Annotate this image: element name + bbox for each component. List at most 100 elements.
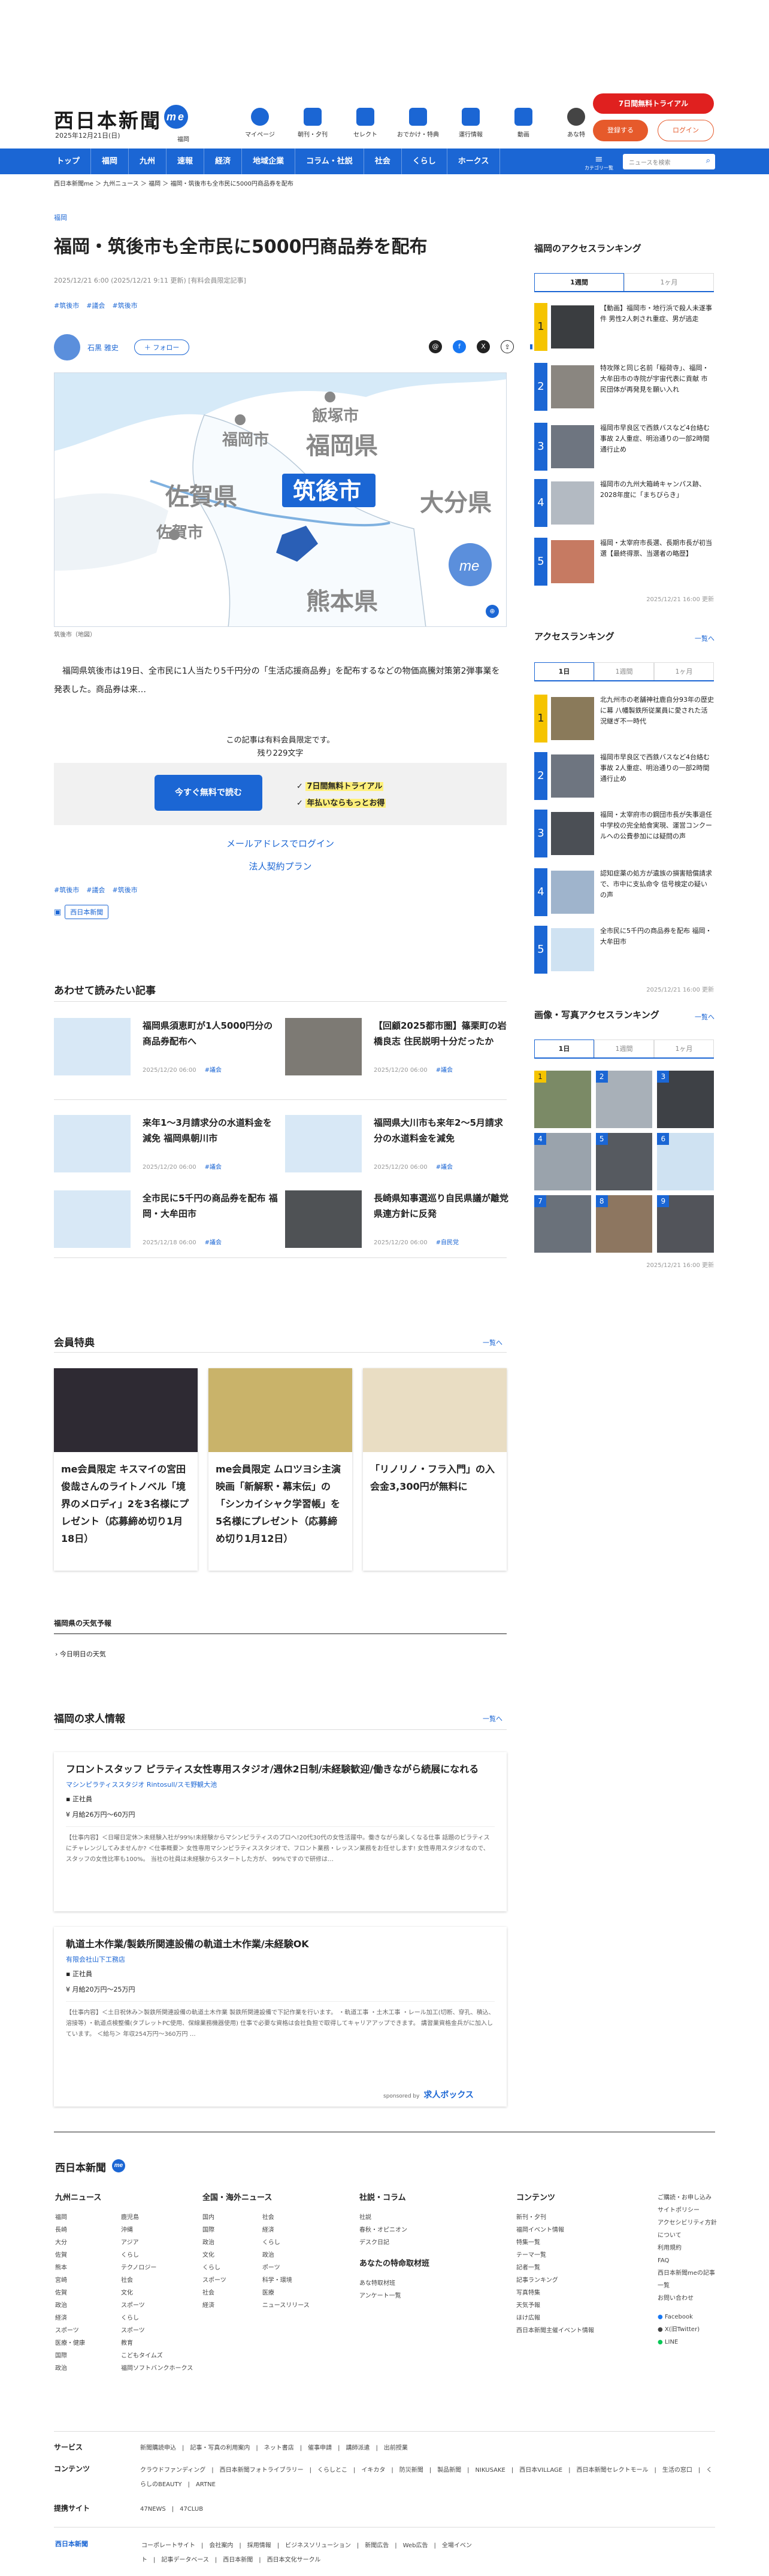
article-category[interactable]: 福岡 bbox=[54, 213, 67, 222]
footer-link[interactable]: 西日本新聞 | bbox=[223, 2557, 267, 2563]
ranking-item[interactable]: 1 【動画】福岡市・地行浜で殺人未遂事件 男性2人刺され重症、男が逃走 bbox=[534, 303, 714, 356]
tab-day[interactable]: 1日 bbox=[534, 662, 594, 680]
footer-link[interactable]: 47NEWS | bbox=[140, 2506, 180, 2513]
footer-link[interactable]: 春秋・オピニオン bbox=[359, 2224, 429, 2236]
photo-cell[interactable]: 9 bbox=[657, 1195, 714, 1253]
member-card[interactable]: me会員限定 キスマイの宮田俊哉さんのライトノベル「境界のメロディ」2を3名様に… bbox=[54, 1368, 198, 1571]
footer-link[interactable]: 講師派遣 | bbox=[346, 2445, 384, 2451]
footer-link[interactable]: 西日本VILLAGE | bbox=[519, 2467, 576, 2474]
jobs-more-link[interactable]: 一覧へ bbox=[483, 1714, 502, 1723]
region-link[interactable]: 福岡 bbox=[177, 134, 189, 143]
footer-link[interactable]: 福岡ソフトバンクホークス bbox=[121, 2362, 193, 2375]
footer-link[interactable]: サイトポリシー bbox=[658, 2204, 717, 2217]
tab-day[interactable]: 1日 bbox=[534, 1040, 594, 1057]
footer-link[interactable]: 政治 bbox=[55, 2299, 85, 2312]
outing-button[interactable]: おでかけ・特典 bbox=[395, 108, 441, 138]
nav-hawks[interactable]: ホークス bbox=[447, 149, 501, 174]
footer-link[interactable]: お問い合わせ bbox=[658, 2292, 717, 2305]
nav-column[interactable]: コラム・社説 bbox=[295, 149, 364, 174]
facebook-link[interactable]: ● Facebook bbox=[658, 2311, 717, 2323]
access-ranking-more-link[interactable]: 一覧へ bbox=[695, 634, 714, 643]
footer-link[interactable]: あな特取材班 bbox=[359, 2277, 429, 2290]
footer-link[interactable]: 新聞広告 | bbox=[365, 2542, 402, 2549]
footer-link[interactable]: 大分 bbox=[55, 2236, 85, 2249]
related-item[interactable]: 全市民に5千円の商品券を配布 福岡・大牟田市 2025/12/18 06:00 #議… bbox=[54, 1190, 281, 1256]
nav-breaking[interactable]: 速報 bbox=[166, 149, 205, 174]
footer-link[interactable]: 特集一覧 bbox=[516, 2236, 594, 2249]
footer-link[interactable]: 西日本新聞フォトライブラリー | bbox=[220, 2467, 317, 2474]
footer-link[interactable]: 社会 bbox=[202, 2287, 226, 2299]
trial-button[interactable]: 7日間無料トライアル bbox=[593, 93, 714, 114]
tab-week[interactable]: 1週間 bbox=[594, 1040, 654, 1057]
footer-link[interactable]: ARTNE bbox=[196, 2481, 216, 2488]
footer-link[interactable]: 社会 bbox=[262, 2211, 310, 2224]
video-button[interactable]: 動画 bbox=[501, 108, 546, 138]
related-item[interactable]: 福岡県須恵町が1人5000円分の商品券配布へ 2025/12/20 06:00 #議… bbox=[54, 1018, 281, 1084]
footer-link[interactable]: 国際 bbox=[55, 2350, 85, 2362]
footer-link[interactable]: スポーツ bbox=[121, 2299, 193, 2312]
ranking-item[interactable]: 4 福岡市の九州大箱崎キャンパス跡、2028年度に「まちびらき」 bbox=[534, 479, 714, 532]
photo-cell[interactable]: 5 bbox=[595, 1133, 653, 1190]
facebook-icon[interactable]: f bbox=[453, 340, 466, 353]
related-item[interactable]: 来年1〜3月請求分の水道料金を減免 福岡県朝川市 2025/12/20 06:00… bbox=[54, 1115, 281, 1181]
footer-link[interactable]: 西日本新聞セレクトモール | bbox=[576, 2467, 662, 2474]
footer-link[interactable]: アンケート一覧 bbox=[359, 2290, 429, 2302]
nav-economy[interactable]: 経済 bbox=[204, 149, 243, 174]
footer-link[interactable]: 医療 bbox=[262, 2287, 310, 2299]
footer-link[interactable]: 利用規約 bbox=[658, 2242, 717, 2254]
member-more-link[interactable]: 一覧へ bbox=[483, 1338, 502, 1347]
footer-link[interactable]: 医療・健康 bbox=[55, 2337, 85, 2350]
footer-link[interactable]: NIKUSAKE | bbox=[476, 2467, 520, 2474]
footer-link[interactable]: 佐賀 bbox=[55, 2287, 85, 2299]
footer-link[interactable]: 政治 bbox=[262, 2249, 310, 2262]
tag-link[interactable]: #筑後市 bbox=[112, 301, 137, 310]
anatoku-button[interactable]: あな特 bbox=[553, 108, 599, 138]
footer-link[interactable]: 経済 bbox=[202, 2299, 226, 2312]
job-card[interactable]: 軌道土木作業/製鉄所関連設備の軌道土木作業/未経験OK 有限会社山下工務店 ▪ … bbox=[54, 1927, 507, 2107]
footer-link[interactable]: テーマ一覧 bbox=[516, 2249, 594, 2262]
footer-link[interactable]: Web広告 | bbox=[403, 2542, 442, 2549]
footer-link[interactable]: クラウドファンディング | bbox=[140, 2467, 220, 2474]
footer-link[interactable]: ニュースリリース bbox=[262, 2299, 310, 2312]
ranking-item[interactable]: 2 特攻隊と同じ名前「稲荷寺」、福岡・大牟田市の寺院が宇宙代表に貢献 市民団体が再… bbox=[534, 363, 714, 416]
tag-link[interactable]: #筑後市 bbox=[112, 885, 137, 895]
footer-link[interactable]: 採用情報 | bbox=[247, 2542, 285, 2549]
footer-link[interactable]: ビジネスソリューション | bbox=[285, 2542, 365, 2549]
footer-link[interactable]: 政治 bbox=[55, 2362, 85, 2375]
footer-link[interactable]: 国際 bbox=[202, 2224, 226, 2236]
footer-link[interactable]: 長崎 bbox=[55, 2224, 85, 2236]
corporate-logo[interactable]: 西日本新聞 bbox=[55, 2539, 88, 2548]
footer-link[interactable]: くらし bbox=[121, 2312, 193, 2325]
footer-link[interactable]: 鹿児島 bbox=[121, 2211, 193, 2224]
member-card[interactable]: 「リノリノ・フラ入門」の入会金3,300円が無料に bbox=[363, 1368, 507, 1571]
ranking-item[interactable]: 4 認知症薬の処方が遺族の損害賠償請求で、市中に支払命令 信号検定の疑いの声 bbox=[534, 868, 714, 921]
nav-local-business[interactable]: 地域企業 bbox=[242, 149, 296, 174]
article-map-image[interactable]: 福岡市 飯塚市 福岡県 佐賀県 佐賀市 大分県 熊本県 筑後市 me 西日本新聞… bbox=[54, 372, 507, 627]
line-link[interactable]: ● LINE bbox=[658, 2336, 717, 2348]
footer-link[interactable]: ネット書店 | bbox=[264, 2445, 308, 2451]
tag-link[interactable]: #筑後市 bbox=[54, 301, 79, 310]
footer-link[interactable]: 科学・環境 bbox=[262, 2274, 310, 2287]
transit-button[interactable]: 運行情報 bbox=[448, 108, 494, 138]
ranking-item[interactable]: 1 北九州市の老舗神社鹿自分93年の歴史に幕 八幡製鉄所従業員に愛された活況継ぎ不… bbox=[534, 695, 714, 747]
weather-link[interactable]: › 今日明日の天気 bbox=[55, 1649, 106, 1659]
photo-cell[interactable]: 7 bbox=[534, 1195, 591, 1253]
footer-link[interactable]: 防災新聞 | bbox=[399, 2467, 437, 2474]
ranking-item[interactable]: 3 福岡市早良区で西鉄バスなど4台絡む事故 2人重症、明治通りの一部2時間通行止め bbox=[534, 423, 714, 475]
footer-link[interactable]: 会社案内 | bbox=[209, 2542, 247, 2549]
footer-link[interactable]: 生活の窓口 | bbox=[662, 2467, 706, 2474]
footer-link[interactable]: 記事・写真の利用案内 | bbox=[190, 2445, 264, 2451]
author-name[interactable]: 石黒 雅史 bbox=[87, 343, 119, 353]
tag-link[interactable]: #議会 bbox=[86, 301, 105, 310]
footer-link[interactable]: 記者一覧 bbox=[516, 2262, 594, 2274]
x-link[interactable]: ● X(旧Twitter) bbox=[658, 2323, 717, 2336]
tab-month[interactable]: 1ヶ月 bbox=[654, 662, 714, 680]
follow-button[interactable]: ＋ フォロー bbox=[134, 340, 190, 355]
x-icon[interactable]: X bbox=[477, 340, 490, 353]
footer-link[interactable]: ほけ広報 bbox=[516, 2312, 594, 2325]
share-icon[interactable]: ⇪ bbox=[501, 340, 514, 353]
footer-link[interactable]: 製品新聞 | bbox=[437, 2467, 475, 2474]
footer-link[interactable]: 催事申請 | bbox=[308, 2445, 346, 2451]
footer-link[interactable]: デスク日記 bbox=[359, 2236, 429, 2249]
threads-icon[interactable]: @ bbox=[429, 340, 442, 353]
